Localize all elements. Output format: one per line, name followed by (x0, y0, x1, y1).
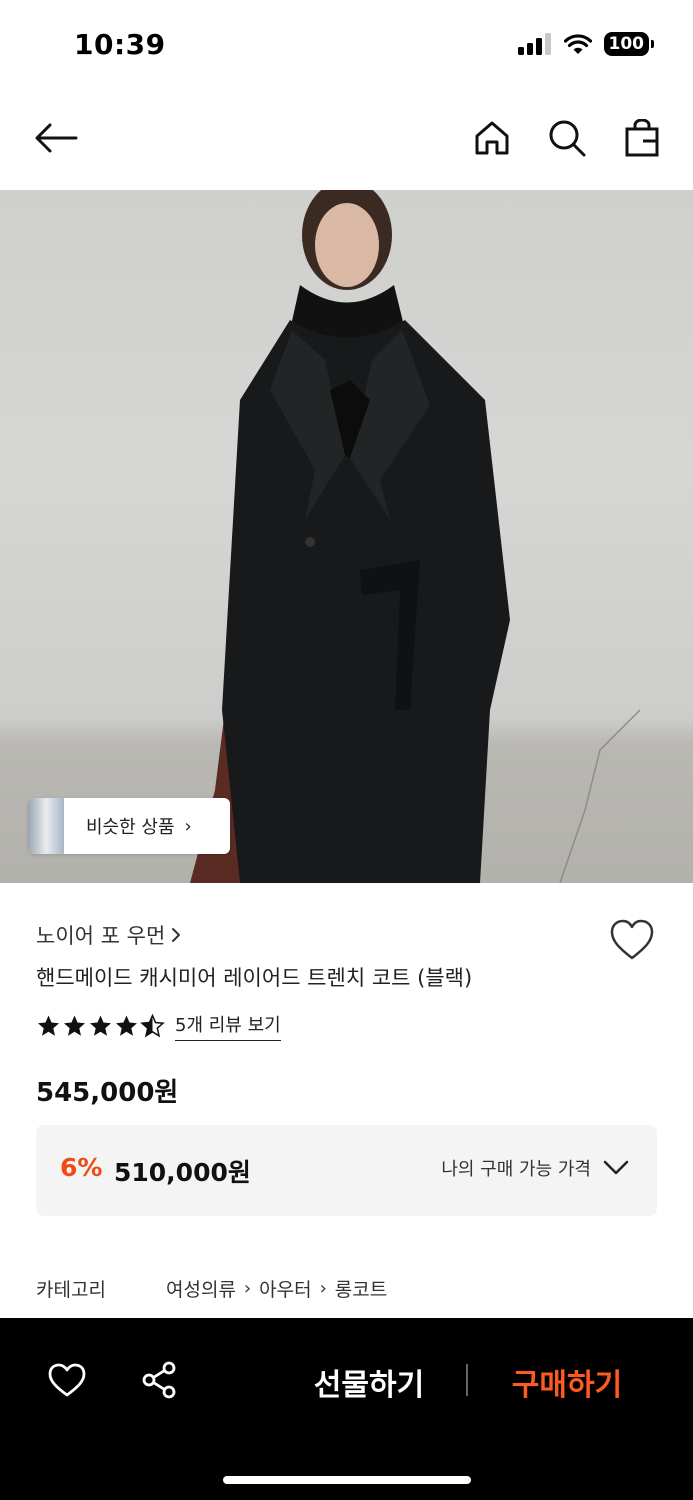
bottom-wishlist-button[interactable] (45, 1358, 89, 1402)
status-time: 10:39 (74, 28, 166, 61)
home-icon (475, 121, 509, 155)
chevron-right-icon: › (184, 815, 192, 837)
star-icon (38, 1015, 59, 1036)
similar-products-button[interactable]: 비슷한 상품 › (28, 798, 230, 854)
chevron-right-icon: › (319, 1278, 327, 1299)
similar-products-thumbnail (28, 798, 64, 854)
category-item[interactable]: 여성의류 (166, 1275, 236, 1302)
signal-icon (517, 33, 551, 55)
product-photo-illustration (190, 190, 641, 883)
share-button[interactable] (137, 1358, 181, 1402)
category-row: 카테고리 여성의류 › 아우터 › 롱코트 (36, 1275, 387, 1302)
gift-button[interactable]: 선물하기 (300, 1360, 438, 1404)
half-star-icon (140, 1014, 165, 1038)
back-button[interactable] (32, 114, 80, 162)
star-rating (36, 1014, 165, 1038)
chevron-right-icon: › (243, 1278, 252, 1299)
home-button[interactable] (468, 114, 516, 162)
star-icon (90, 1015, 111, 1036)
chevron-right-icon (172, 928, 181, 942)
discount-rate: 6% (60, 1153, 103, 1182)
wifi-icon (563, 34, 592, 54)
similar-products-label: 비슷한 상품 (86, 817, 175, 838)
bottom-action-bar: 선물하기 구매하기 (0, 1318, 693, 1500)
shopping-bag-button[interactable] (618, 114, 666, 162)
status-bar: 10:39 100 (0, 0, 693, 92)
wishlist-button[interactable] (609, 918, 655, 962)
rating-row: 5개 리뷰 보기 (36, 1011, 281, 1041)
category-item[interactable]: 롱코트 (335, 1275, 387, 1302)
review-link[interactable]: 5개 리뷰 보기 (175, 1011, 281, 1041)
star-icon (116, 1015, 137, 1036)
product-image[interactable]: 비슷한 상품 › (0, 190, 693, 883)
home-indicator (223, 1476, 471, 1484)
battery-indicator: 100 (603, 32, 654, 56)
brand-link[interactable]: 노이어 포 우먼 (36, 920, 181, 950)
category-breadcrumb: 여성의류 › 아우터 › 롱코트 (166, 1275, 387, 1302)
my-price-label: 나의 구매 가능 가격 (441, 1159, 591, 1180)
product-title: 핸드메이드 캐시미어 레이어드 트렌치 코트 (블랙) (36, 966, 473, 990)
arrow-left-icon (35, 123, 78, 153)
brand-name: 노이어 포 우먼 (36, 924, 166, 948)
discount-price: 510,000원 (114, 1158, 251, 1187)
category-label: 카테고리 (36, 1279, 106, 1301)
buy-button[interactable]: 구매하기 (498, 1360, 636, 1404)
search-button[interactable] (543, 114, 591, 162)
search-icon (549, 120, 586, 157)
status-icons: 100 (517, 32, 654, 56)
my-price-toggle[interactable]: 나의 구매 가능 가격 (441, 1155, 629, 1181)
top-navigation (0, 92, 693, 190)
star-icon (64, 1015, 85, 1036)
shopping-bag-icon (625, 119, 659, 157)
heart-icon (610, 919, 654, 960)
original-price: 545,000원 (36, 1078, 179, 1108)
share-icon (142, 1361, 176, 1399)
bottom-bar-divider (466, 1364, 468, 1396)
heart-icon (48, 1363, 86, 1397)
discount-price-box[interactable]: 6% 510,000원 나의 구매 가능 가격 (36, 1125, 657, 1216)
category-item[interactable]: 아우터 (259, 1275, 311, 1302)
chevron-down-icon (603, 1160, 629, 1175)
